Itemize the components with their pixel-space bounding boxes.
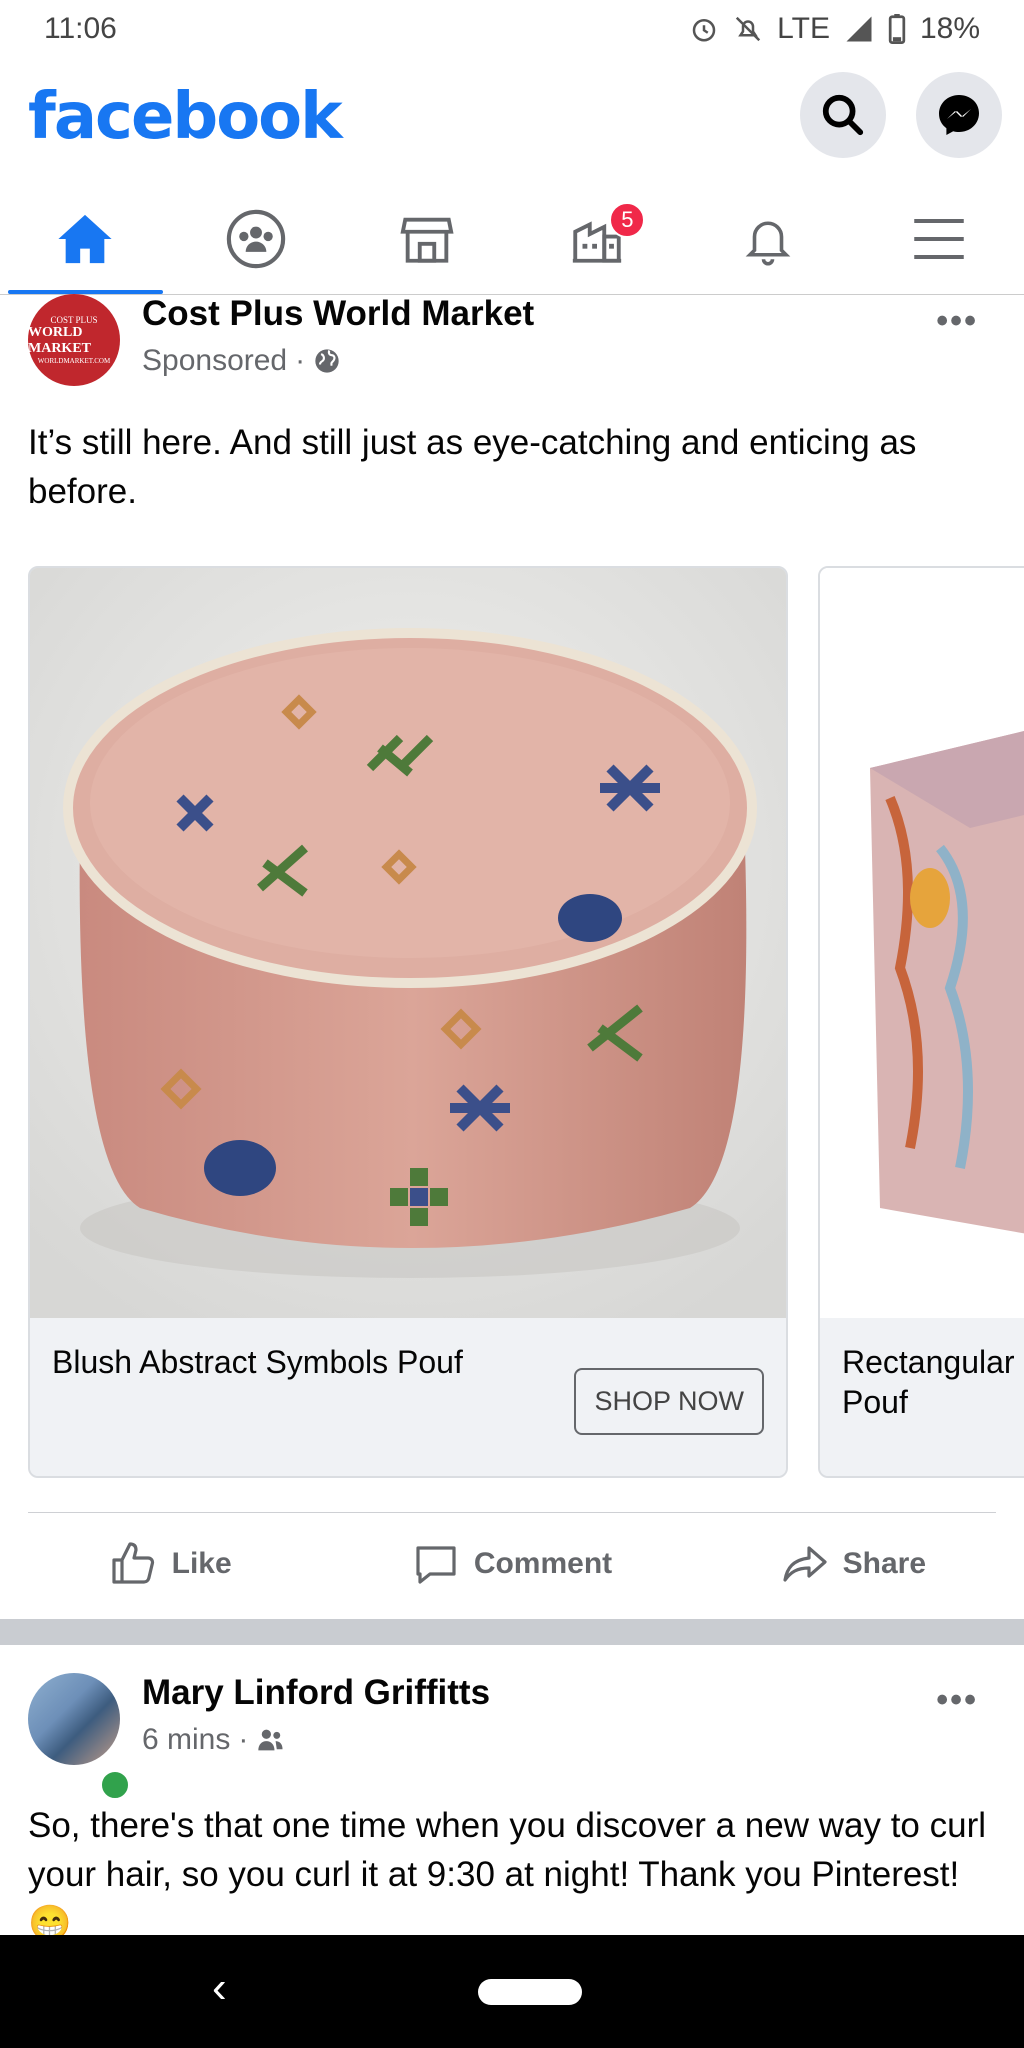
comment-label: Comment: [473, 1547, 613, 1580]
comment-icon: [416, 1546, 456, 1584]
post-text: It’s still here. And still just as eye-c…: [28, 423, 917, 511]
share-label: Share: [842, 1547, 927, 1580]
pages-badge: 5: [609, 202, 646, 238]
tab-home[interactable]: [0, 184, 171, 294]
shop-now-button[interactable]: SHOP NOW: [574, 1368, 764, 1435]
card-footer: Blush Abstract Symbols Pouf SHOP NOW: [30, 1318, 786, 1476]
home-icon: [58, 214, 112, 264]
like-button[interactable]: Like: [0, 1514, 341, 1614]
status-bar: 11:06 LTE 18%: [0, 0, 1024, 58]
product-card[interactable]: Blush Abstract Symbols Pouf SHOP NOW: [28, 566, 788, 1478]
avatar[interactable]: [28, 1673, 120, 1765]
card-footer: Rectangular Pouf: [820, 1318, 1024, 1476]
friend-post: Mary Linford Griffitts 6 mins · ••• So, …: [0, 1645, 1024, 1935]
network-label: LTE: [777, 12, 830, 45]
system-nav-bar: ‹: [0, 1935, 1024, 2048]
groups-icon: [226, 209, 286, 269]
post-author[interactable]: Cost Plus World Market: [142, 294, 534, 334]
post-header: COST PLUS WORLD MARKET WORLDMARKET.COM C…: [28, 294, 996, 388]
share-icon: [783, 1546, 827, 1582]
sponsored-post: COST PLUS WORLD MARKET WORLDMARKET.COM C…: [0, 294, 1024, 1619]
product-title[interactable]: Blush Abstract Symbols Pouf: [52, 1342, 532, 1382]
post-actions: Like Comment Share: [0, 1514, 1024, 1614]
home-pill[interactable]: [478, 1979, 582, 2005]
online-indicator: [98, 1768, 132, 1802]
pouf-image[interactable]: [820, 568, 1024, 1318]
top-bar: facebook: [0, 58, 1024, 184]
status-time: 11:06: [44, 12, 117, 45]
tab-menu[interactable]: [853, 184, 1024, 294]
tab-groups[interactable]: [171, 184, 342, 294]
action-divider: [28, 1512, 996, 1513]
post-header: Mary Linford Griffitts 6 mins · •••: [28, 1673, 996, 1802]
like-label: Like: [171, 1547, 232, 1580]
world-market-logo[interactable]: COST PLUS WORLD MARKET WORLDMARKET.COM: [28, 294, 120, 386]
messenger-button[interactable]: [916, 72, 1002, 158]
share-button[interactable]: Share: [683, 1514, 1024, 1614]
product-carousel[interactable]: Blush Abstract Symbols Pouf SHOP NOW Rec…: [28, 566, 1024, 1478]
post-text: So, there's that one time when you disco…: [28, 1806, 987, 1935]
post-options-button[interactable]: •••: [936, 302, 978, 341]
product-title[interactable]: Rectangular Pouf: [842, 1342, 1024, 1422]
post-options-button[interactable]: •••: [936, 1681, 978, 1720]
post-time[interactable]: 6 mins: [142, 1723, 230, 1757]
facebook-logo[interactable]: facebook: [28, 80, 343, 154]
comment-button[interactable]: Comment: [341, 1514, 682, 1614]
like-icon: [112, 1542, 154, 1584]
alarm-icon: [692, 19, 716, 42]
pouf-image[interactable]: [30, 568, 786, 1318]
feed-separator: [0, 1619, 1024, 1645]
tab-notifications[interactable]: [683, 184, 854, 294]
menu-icon: [913, 218, 964, 260]
tab-marketplace[interactable]: [341, 184, 512, 294]
post-meta: 6 mins ·: [142, 1723, 286, 1757]
friends-icon: [258, 1729, 283, 1751]
status-icons: LTE 18%: [689, 12, 980, 46]
search-button[interactable]: [800, 72, 886, 158]
tab-pages[interactable]: 5: [512, 184, 683, 294]
post-author[interactable]: Mary Linford Griffitts: [142, 1673, 490, 1713]
nav-tabs: 5: [0, 184, 1024, 295]
globe-icon: [315, 349, 339, 373]
battery-icon: [888, 14, 906, 44]
messenger-icon: [939, 95, 979, 135]
signal-icon: [846, 16, 872, 42]
mute-icon: [736, 16, 761, 42]
search-icon: [822, 94, 864, 136]
back-icon[interactable]: ‹: [212, 1963, 227, 2013]
battery-level: 18%: [919, 12, 980, 45]
post-meta: Sponsored ·: [142, 344, 341, 378]
marketplace-icon: [400, 217, 454, 263]
sponsored-label[interactable]: Sponsored: [142, 344, 287, 378]
product-card[interactable]: Rectangular Pouf: [818, 566, 1024, 1478]
bell-icon: [745, 221, 791, 266]
